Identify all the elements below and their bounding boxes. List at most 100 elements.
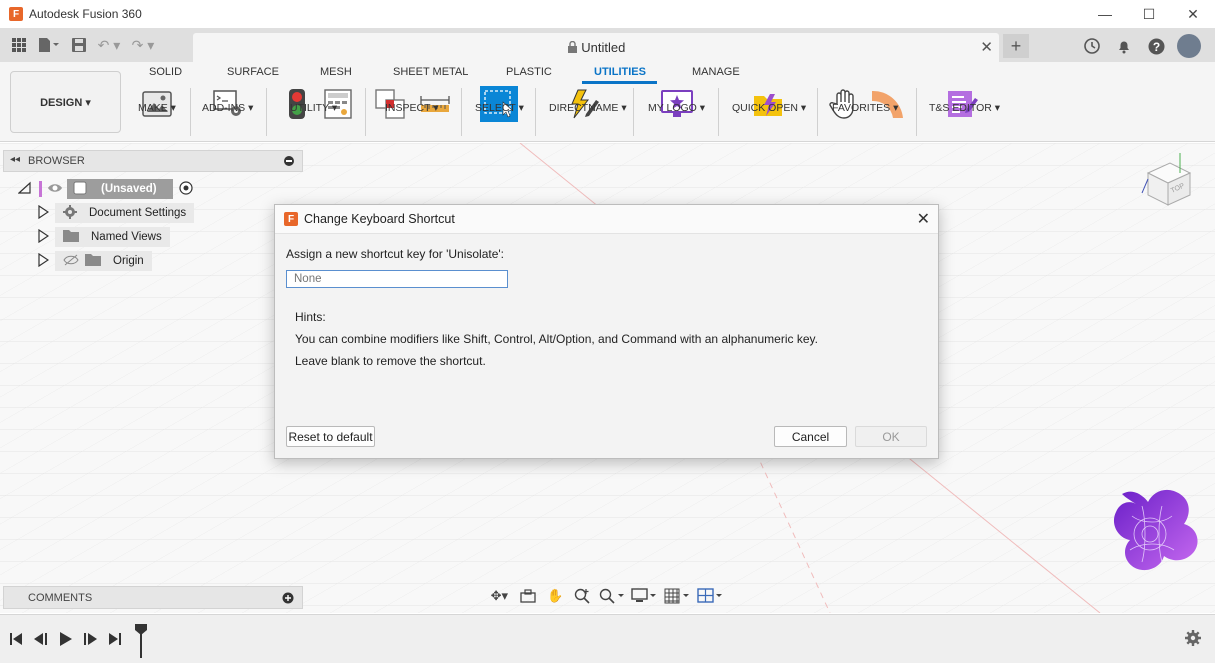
document-title: Untitled xyxy=(581,40,626,55)
tab-plastic[interactable]: PLASTIC xyxy=(506,66,552,78)
group-quick-open[interactable]: QUICK OPEN ▾ xyxy=(732,102,806,114)
browser-label: BROWSER xyxy=(28,155,85,167)
job-status-icon[interactable] xyxy=(1081,35,1103,57)
folder-icon xyxy=(63,229,79,245)
step-forward-icon[interactable] xyxy=(80,630,100,648)
tree-item-document-settings[interactable]: Document Settings xyxy=(37,203,195,223)
comments-panel-header[interactable]: COMMENTS xyxy=(3,586,303,609)
close-tab-icon[interactable]: ✕ xyxy=(980,38,993,56)
group-make[interactable]: MAKE ▾ xyxy=(138,102,176,114)
expand-triangle-icon[interactable] xyxy=(37,204,50,222)
ok-button[interactable]: OK xyxy=(855,426,927,447)
notifications-icon[interactable] xyxy=(1113,35,1135,57)
visibility-eye-icon[interactable] xyxy=(47,182,63,197)
timeline-marker[interactable] xyxy=(135,624,147,658)
new-tab-button[interactable]: + xyxy=(1003,34,1029,58)
collapse-panel-icon[interactable]: ◂◂ xyxy=(10,154,20,165)
group-utility[interactable]: UTILITY ▾ xyxy=(290,102,337,114)
header-right-icons: ? xyxy=(1081,34,1201,58)
timeline-bar xyxy=(0,614,1215,663)
display-settings-icon[interactable] xyxy=(630,586,659,606)
undo-icon[interactable]: ↶ ▾ xyxy=(92,35,126,55)
svg-text:?: ? xyxy=(1152,40,1159,54)
lock-icon xyxy=(567,40,582,55)
tab-utilities[interactable]: UTILITIES xyxy=(594,66,646,78)
group-directname[interactable]: DIRECTNAME ▾ xyxy=(549,102,627,114)
hint-blank: Leave blank to remove the shortcut. xyxy=(295,354,486,368)
pan-icon[interactable]: ✋ xyxy=(544,586,567,606)
viewports-icon[interactable] xyxy=(695,586,724,606)
title-bar: F Autodesk Fusion 360 — ☐ ✕ xyxy=(0,0,1215,28)
tree-item-label: Origin xyxy=(113,255,144,267)
save-icon[interactable] xyxy=(66,35,92,55)
app-grid-icon[interactable] xyxy=(6,35,32,55)
window-controls: — ☐ ✕ xyxy=(1083,0,1215,28)
activate-radio-icon[interactable] xyxy=(179,180,193,198)
tab-surface[interactable]: SURFACE xyxy=(227,66,279,78)
expand-triangle-icon[interactable] xyxy=(37,252,50,270)
hints-block: Hints: You can combine modifiers like Sh… xyxy=(295,306,818,372)
fusion-logo-icon: F xyxy=(9,7,23,21)
browser-panel-header[interactable]: ◂◂ BROWSER xyxy=(3,150,303,172)
orbit-icon[interactable]: ✥▾ xyxy=(486,586,513,606)
user-avatar[interactable] xyxy=(1177,34,1201,58)
flower-logo-image xyxy=(1102,486,1202,582)
group-add-ins[interactable]: ADD-INS ▾ xyxy=(202,102,253,114)
quick-access-toolbar: ↶ ▾ ↷ ▾ xyxy=(6,35,160,55)
tree-item-origin[interactable]: Origin xyxy=(37,251,152,271)
look-at-icon[interactable] xyxy=(517,586,540,606)
step-back-icon[interactable] xyxy=(31,630,51,648)
file-menu-icon[interactable] xyxy=(32,35,66,55)
reset-to-default-button[interactable]: Reset to default xyxy=(286,426,375,447)
timeline-settings-gear-icon[interactable] xyxy=(1185,630,1201,649)
folder-icon xyxy=(85,253,101,269)
tree-item-label: Document Settings xyxy=(89,207,187,219)
group-favorites[interactable]: FAVORITES ▾ xyxy=(832,102,898,114)
group-select[interactable]: SELECT ▾ xyxy=(475,102,524,114)
comments-label: COMMENTS xyxy=(28,591,93,604)
shortcut-prompt-label: Assign a new shortcut key for 'Unisolate… xyxy=(286,247,505,261)
shortcut-key-input[interactable] xyxy=(286,270,508,288)
play-icon[interactable] xyxy=(56,630,76,648)
document-tab[interactable]: Untitled ✕ xyxy=(193,33,999,62)
tab-sheet-metal[interactable]: SHEET METAL xyxy=(393,66,468,78)
tree-item-named-views[interactable]: Named Views xyxy=(37,227,170,247)
redo-icon[interactable]: ↷ ▾ xyxy=(126,35,160,55)
group-my-logo[interactable]: MY LOGO ▾ xyxy=(648,102,705,114)
tab-mesh[interactable]: MESH xyxy=(320,66,352,78)
view-cube[interactable]: TOP xyxy=(1138,149,1198,209)
dialog-title-bar[interactable]: F Change Keyboard Shortcut ✕ xyxy=(275,205,938,234)
hint-modifiers: You can combine modifiers like Shift, Co… xyxy=(295,332,818,346)
grid-settings-icon[interactable] xyxy=(663,586,692,606)
go-to-start-icon[interactable] xyxy=(6,630,26,648)
minimize-icon[interactable]: — xyxy=(1083,0,1127,28)
maximize-icon[interactable]: ☐ xyxy=(1127,0,1171,28)
group-inspect[interactable]: INSPECT ▾ xyxy=(385,102,439,114)
browser-toggle-icon[interactable] xyxy=(284,156,294,166)
add-comment-icon[interactable] xyxy=(282,592,294,607)
expand-triangle-icon[interactable] xyxy=(37,228,50,246)
root-component-label: (Unsaved) xyxy=(101,183,157,195)
dialog-close-icon[interactable]: ✕ xyxy=(917,209,930,229)
ribbon-toolbar: DESIGN ▾ SOLID SURFACE MESH SHEET METAL … xyxy=(0,62,1215,142)
app-title: Autodesk Fusion 360 xyxy=(29,7,142,21)
hints-title: Hints: xyxy=(295,310,326,324)
tree-item-label: Named Views xyxy=(91,231,162,243)
help-icon[interactable]: ? xyxy=(1145,35,1167,57)
change-shortcut-dialog: F Change Keyboard Shortcut ✕ Assign a ne… xyxy=(274,204,939,459)
zoom-icon[interactable] xyxy=(571,586,594,606)
collapse-triangle-icon[interactable] xyxy=(17,181,32,198)
go-to-end-icon[interactable] xyxy=(105,630,125,648)
hidden-eye-icon[interactable] xyxy=(63,254,79,269)
tab-manage[interactable]: MANAGE xyxy=(692,66,740,78)
window-close-icon[interactable]: ✕ xyxy=(1171,0,1215,28)
cancel-button[interactable]: Cancel xyxy=(774,426,847,447)
fusion-logo-icon: F xyxy=(284,212,298,226)
navigation-bar: ✥▾ ✋ xyxy=(486,584,724,608)
group-ts-editor[interactable]: T&S EDITOR ▾ xyxy=(929,102,1000,114)
workspace-switcher-button[interactable]: DESIGN ▾ xyxy=(10,71,121,133)
fit-zoom-icon[interactable] xyxy=(597,586,626,606)
tree-root[interactable]: (Unsaved) xyxy=(17,179,193,199)
tab-solid[interactable]: SOLID xyxy=(149,66,182,78)
tab-strip: ↶ ▾ ↷ ▾ Untitled ✕ + ? xyxy=(0,28,1215,62)
